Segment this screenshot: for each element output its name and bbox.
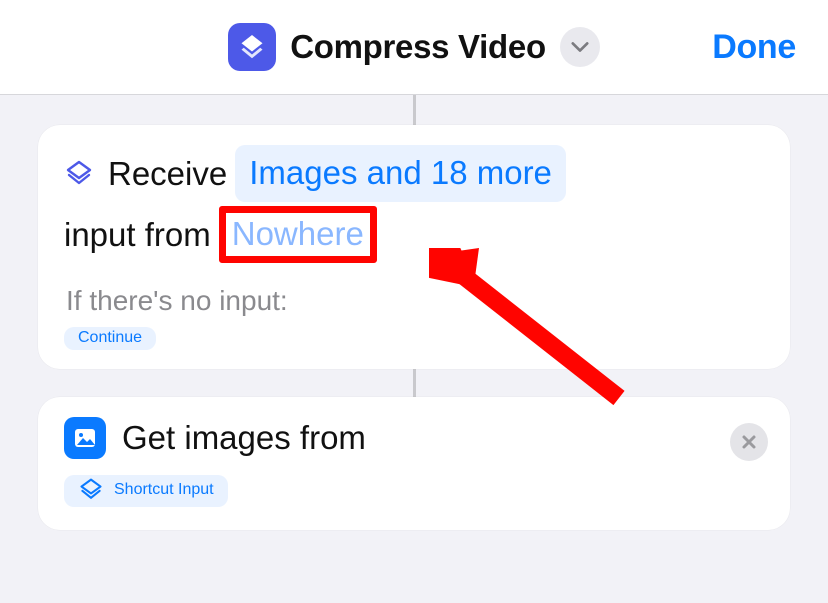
- shortcut-title[interactable]: Compress Video: [290, 28, 546, 66]
- connector-line: [413, 369, 416, 397]
- no-input-label: If there's no input:: [66, 285, 764, 317]
- shortcuts-layers-icon: [64, 159, 94, 189]
- input-types-token[interactable]: Images and 18 more: [235, 145, 566, 202]
- no-input-action-token[interactable]: Continue: [64, 327, 156, 350]
- connector-line: [413, 95, 416, 125]
- shortcuts-layers-icon: [78, 477, 104, 503]
- done-button[interactable]: Done: [712, 28, 796, 67]
- title-menu-chevron-icon[interactable]: [560, 27, 600, 67]
- get-images-label: Get images from: [122, 419, 366, 457]
- annotation-highlight-box: Nowhere: [219, 206, 377, 263]
- get-images-card: Get images from Shortcut Input: [38, 397, 790, 530]
- receive-verb: Receive: [108, 148, 227, 199]
- photos-action-icon: [64, 417, 106, 459]
- input-source-token[interactable]: Nowhere: [232, 215, 364, 252]
- editor-header: Compress Video Done: [0, 0, 828, 95]
- shortcuts-app-icon: [228, 23, 276, 71]
- shortcut-input-token[interactable]: Shortcut Input: [64, 475, 228, 507]
- from-label: input from: [64, 209, 211, 260]
- receive-input-card: Receive Images and 18 more input from No…: [38, 125, 790, 369]
